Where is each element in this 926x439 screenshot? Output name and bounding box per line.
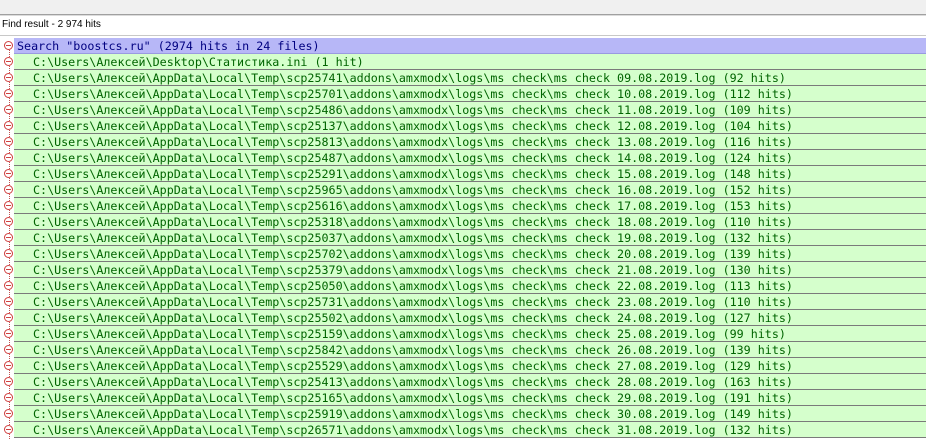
collapse-node-icon[interactable] (4, 313, 13, 322)
file-result-row[interactable]: C:\Users\Алексей\AppData\Local\Temp\scp2… (0, 230, 926, 246)
top-toolbar-strip (0, 0, 926, 15)
file-result-row[interactable]: C:\Users\Алексей\Desktop\Статистика.ini … (0, 54, 926, 70)
file-result-row[interactable]: C:\Users\Алексей\AppData\Local\Temp\scp2… (0, 406, 926, 422)
collapse-node-icon[interactable] (4, 393, 13, 402)
file-result-row[interactable]: C:\Users\Алексей\AppData\Local\Temp\scp2… (0, 390, 926, 406)
file-result-row[interactable]: C:\Users\Алексей\AppData\Local\Temp\scp2… (0, 118, 926, 134)
file-result-row[interactable]: C:\Users\Алексей\AppData\Local\Temp\scp2… (0, 326, 926, 342)
file-result-label: C:\Users\Алексей\AppData\Local\Temp\scp2… (33, 199, 793, 213)
file-result-label: C:\Users\Алексей\Desktop\Статистика.ini … (33, 55, 364, 69)
collapse-node-icon[interactable] (4, 73, 13, 82)
file-result-row[interactable]: C:\Users\Алексей\AppData\Local\Temp\scp2… (0, 278, 926, 294)
collapse-node-icon[interactable] (4, 361, 13, 370)
collapse-node-icon[interactable] (4, 201, 13, 210)
search-row-label: Search "boostcs.ru" (2974 hits in 24 fil… (17, 39, 320, 53)
file-result-label: C:\Users\Алексей\AppData\Local\Temp\scp2… (33, 295, 793, 309)
collapse-node-icon[interactable] (4, 217, 13, 226)
collapse-node-icon[interactable] (4, 169, 13, 178)
collapse-node-icon[interactable] (4, 41, 13, 50)
find-results-tree[interactable]: Search "boostcs.ru" (2974 hits in 24 fil… (0, 37, 926, 439)
file-result-label: C:\Users\Алексей\AppData\Local\Temp\scp2… (33, 327, 786, 341)
file-result-row[interactable]: C:\Users\Алексей\AppData\Local\Temp\scp2… (0, 70, 926, 86)
panel-title: Find result - 2 974 hits (2, 19, 101, 30)
file-result-row[interactable]: C:\Users\Алексей\AppData\Local\Temp\scp2… (0, 134, 926, 150)
collapse-node-icon[interactable] (4, 233, 13, 242)
file-result-row[interactable]: C:\Users\Алексей\AppData\Local\Temp\scp2… (0, 198, 926, 214)
collapse-node-icon[interactable] (4, 153, 13, 162)
file-result-row[interactable]: C:\Users\Алексей\AppData\Local\Temp\scp2… (0, 374, 926, 390)
file-result-row[interactable]: C:\Users\Алексей\AppData\Local\Temp\scp2… (0, 294, 926, 310)
find-result-panel-header: Find result - 2 974 hits (0, 15, 926, 36)
file-result-label: C:\Users\Алексей\AppData\Local\Temp\scp2… (33, 391, 793, 405)
search-row[interactable]: Search "boostcs.ru" (2974 hits in 24 fil… (0, 38, 926, 54)
file-result-row[interactable]: C:\Users\Алексей\AppData\Local\Temp\scp2… (0, 422, 926, 438)
collapse-node-icon[interactable] (4, 57, 13, 66)
file-result-label: C:\Users\Алексей\AppData\Local\Temp\scp2… (33, 375, 793, 389)
collapse-node-icon[interactable] (4, 409, 13, 418)
file-result-label: C:\Users\Алексей\AppData\Local\Temp\scp2… (33, 167, 793, 181)
file-result-row[interactable]: C:\Users\Алексей\AppData\Local\Temp\scp2… (0, 86, 926, 102)
file-result-label: C:\Users\Алексей\AppData\Local\Temp\scp2… (33, 279, 793, 293)
collapse-node-icon[interactable] (4, 281, 13, 290)
file-result-row[interactable]: C:\Users\Алексей\AppData\Local\Temp\scp2… (0, 310, 926, 326)
file-result-label: C:\Users\Алексей\AppData\Local\Temp\scp2… (33, 71, 786, 85)
file-result-label: C:\Users\Алексей\AppData\Local\Temp\scp2… (33, 263, 793, 277)
file-result-label: C:\Users\Алексей\AppData\Local\Temp\scp2… (33, 231, 793, 245)
file-result-row[interactable]: C:\Users\Алексей\AppData\Local\Temp\scp2… (0, 182, 926, 198)
file-result-label: C:\Users\Алексей\AppData\Local\Temp\scp2… (33, 311, 793, 325)
collapse-node-icon[interactable] (4, 265, 13, 274)
file-result-label: C:\Users\Алексей\AppData\Local\Temp\scp2… (33, 183, 793, 197)
file-result-row[interactable]: C:\Users\Алексей\AppData\Local\Temp\scp2… (0, 358, 926, 374)
file-result-row[interactable]: C:\Users\Алексей\AppData\Local\Temp\scp2… (0, 262, 926, 278)
file-result-label: C:\Users\Алексей\AppData\Local\Temp\scp2… (33, 407, 793, 421)
file-result-label: C:\Users\Алексей\AppData\Local\Temp\scp2… (33, 215, 793, 229)
file-result-row[interactable]: C:\Users\Алексей\AppData\Local\Temp\scp2… (0, 246, 926, 262)
collapse-node-icon[interactable] (4, 329, 13, 338)
file-result-label: C:\Users\Алексей\AppData\Local\Temp\scp2… (33, 119, 793, 133)
collapse-node-icon[interactable] (4, 121, 13, 130)
collapse-node-icon[interactable] (4, 185, 13, 194)
collapse-node-icon[interactable] (4, 425, 13, 434)
collapse-node-icon[interactable] (4, 105, 13, 114)
collapse-node-icon[interactable] (4, 345, 13, 354)
file-result-row[interactable]: C:\Users\Алексей\AppData\Local\Temp\scp2… (0, 166, 926, 182)
file-result-label: C:\Users\Алексей\AppData\Local\Temp\scp2… (33, 135, 793, 149)
file-result-label: C:\Users\Алексей\AppData\Local\Temp\scp2… (33, 87, 793, 101)
collapse-node-icon[interactable] (4, 89, 13, 98)
file-result-label: C:\Users\Алексей\AppData\Local\Temp\scp2… (33, 103, 793, 117)
collapse-node-icon[interactable] (4, 137, 13, 146)
collapse-node-icon[interactable] (4, 377, 13, 386)
file-result-row[interactable]: C:\Users\Алексей\AppData\Local\Temp\scp2… (0, 214, 926, 230)
collapse-node-icon[interactable] (4, 249, 13, 258)
file-result-label: C:\Users\Алексей\AppData\Local\Temp\scp2… (33, 423, 793, 437)
file-result-label: C:\Users\Алексей\AppData\Local\Temp\scp2… (33, 247, 793, 261)
file-result-row[interactable]: C:\Users\Алексей\AppData\Local\Temp\scp2… (0, 102, 926, 118)
file-result-label: C:\Users\Алексей\AppData\Local\Temp\scp2… (33, 359, 793, 373)
file-result-row[interactable]: C:\Users\Алексей\AppData\Local\Temp\scp2… (0, 150, 926, 166)
file-result-label: C:\Users\Алексей\AppData\Local\Temp\scp2… (33, 151, 793, 165)
file-result-row[interactable]: C:\Users\Алексей\AppData\Local\Temp\scp2… (0, 342, 926, 358)
collapse-node-icon[interactable] (4, 297, 13, 306)
file-result-label: C:\Users\Алексей\AppData\Local\Temp\scp2… (33, 343, 793, 357)
